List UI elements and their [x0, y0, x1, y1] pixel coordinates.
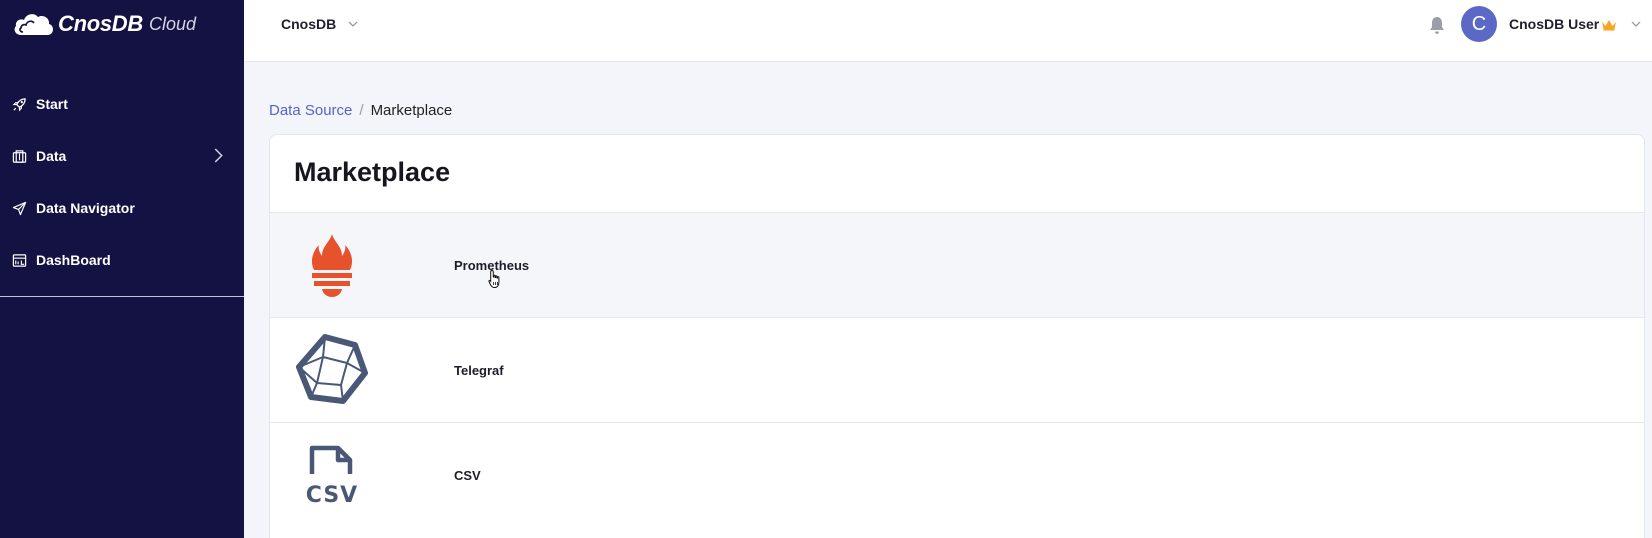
crown-icon	[1602, 19, 1617, 30]
sidebar-item-label: Start	[36, 96, 68, 112]
navigator-icon	[12, 201, 27, 215]
chevron-down-icon	[348, 21, 358, 27]
telegraf-logo	[294, 332, 370, 408]
breadcrumb: Data Source / Marketplace	[269, 102, 452, 119]
logo-name: CnosDB	[58, 11, 143, 36]
rocket-icon	[12, 97, 26, 111]
notification-bell-icon[interactable]	[1428, 15, 1446, 35]
telegraf-icon	[296, 334, 368, 404]
prometheus-icon	[311, 234, 353, 297]
prometheus-logo	[294, 227, 370, 303]
marketplace-item-prometheus[interactable]: Prometheus	[270, 212, 1644, 317]
hand-pointer-cursor-icon	[488, 269, 500, 288]
svg-text:CSV: CSV	[306, 483, 358, 506]
chevron-down-icon	[1631, 21, 1641, 27]
marketplace-item-name: CSV	[454, 468, 481, 483]
logo[interactable]: CnosDB Cloud	[12, 8, 196, 40]
marketplace-item-csv[interactable]: CSV CSV	[270, 422, 1644, 527]
data-icon	[12, 149, 27, 163]
org-name: CnosDB	[281, 16, 337, 32]
sidebar: CnosDB Cloud Start Data Data Navigator D…	[0, 0, 244, 538]
page-title: Marketplace	[294, 157, 451, 187]
chevron-right-icon	[214, 148, 223, 163]
csv-icon: CSV	[306, 445, 358, 506]
user-name: CnosDB User	[1509, 16, 1600, 32]
sidebar-divider	[0, 296, 244, 297]
avatar[interactable]: C	[1461, 6, 1497, 42]
sidebar-item-label: Data	[36, 148, 67, 164]
sidebar-item-start[interactable]: Start	[0, 78, 244, 130]
dashboard-icon	[12, 253, 27, 267]
sidebar-item-label: DashBoard	[36, 252, 111, 268]
sidebar-item-data[interactable]: Data	[0, 130, 244, 182]
org-switcher[interactable]: CnosDB	[281, 16, 358, 32]
marketplace-list: Prometheus Telegraf CSV CSV	[270, 212, 1644, 527]
csv-logo: CSV	[294, 437, 370, 513]
marketplace-item-name: Telegraf	[454, 363, 504, 378]
breadcrumb-link-data-source[interactable]: Data Source	[269, 102, 352, 119]
top-header: CnosDB C CnosDB User	[244, 0, 1652, 62]
sidebar-item-dashboard[interactable]: DashBoard	[0, 234, 244, 286]
marketplace-item-telegraf[interactable]: Telegraf	[270, 317, 1644, 422]
marketplace-card: Marketplace Prometheus Telegraf CSV CSV	[269, 134, 1645, 538]
user-menu[interactable]: CnosDB User	[1509, 16, 1641, 32]
breadcrumb-current: Marketplace	[370, 102, 453, 119]
sidebar-item-data-navigator[interactable]: Data Navigator	[0, 182, 244, 234]
sidebar-item-label: Data Navigator	[36, 200, 135, 216]
breadcrumb-separator: /	[359, 102, 364, 119]
sidebar-nav: Start Data Data Navigator DashBoard	[0, 78, 244, 286]
logo-suffix: Cloud	[148, 13, 197, 34]
cloud-logo-icon	[14, 14, 54, 35]
